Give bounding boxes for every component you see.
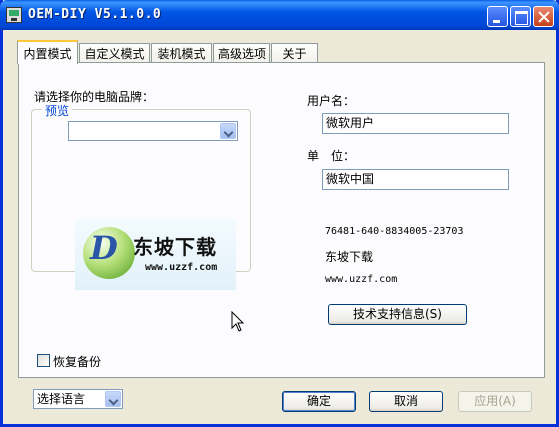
support-url-text: www.uzzf.com bbox=[325, 274, 398, 285]
close-button[interactable] bbox=[533, 6, 554, 27]
title-bar[interactable]: OEM-DIY V5.1.0.0 bbox=[0, 0, 559, 30]
preview-title: 预览 bbox=[42, 102, 73, 119]
organization-field[interactable]: 微软中国 bbox=[322, 169, 509, 190]
logo-letter: D bbox=[90, 229, 118, 267]
window-title: OEM-DIY V5.1.0.0 bbox=[28, 7, 162, 22]
language-select-value: 选择语言 bbox=[37, 392, 86, 406]
minimize-button[interactable] bbox=[487, 6, 508, 27]
apply-button[interactable]: 应用(A) bbox=[458, 391, 532, 412]
preview-logo-image: D 东坡下载 www.uzzf.com bbox=[75, 219, 236, 290]
username-label: 用户名： bbox=[307, 94, 356, 108]
chevron-down-icon[interactable] bbox=[105, 391, 121, 407]
tab-builtin-mode[interactable]: 内置模式 bbox=[17, 40, 78, 64]
cancel-button[interactable]: 取消 bbox=[369, 391, 443, 412]
tab-advanced[interactable]: 高级选项 bbox=[213, 43, 270, 63]
organization-label: 单 位： bbox=[307, 149, 356, 163]
restore-backup-checkbox[interactable] bbox=[37, 354, 50, 367]
app-computer-icon bbox=[6, 7, 22, 23]
logo-url-text: www.uzzf.com bbox=[145, 262, 218, 273]
language-select[interactable]: 选择语言 bbox=[33, 389, 123, 409]
ok-button[interactable]: 确定 bbox=[282, 391, 356, 412]
product-id-text: 76481-640-8834005-23703 bbox=[325, 226, 464, 237]
tech-support-button[interactable]: 技术支持信息(S) bbox=[328, 304, 467, 325]
tab-install-mode[interactable]: 装机模式 bbox=[151, 43, 212, 63]
maximize-button[interactable] bbox=[510, 6, 531, 27]
tab-custom-mode[interactable]: 自定义模式 bbox=[79, 43, 150, 63]
logo-brand-text: 东坡下载 bbox=[133, 235, 217, 259]
mouse-cursor-icon bbox=[231, 311, 245, 332]
support-name-text: 东坡下载 bbox=[325, 250, 374, 264]
tab-about[interactable]: 关于 bbox=[271, 43, 318, 63]
username-field[interactable]: 微软用户 bbox=[322, 113, 509, 134]
restore-backup-label: 恢复备份 bbox=[53, 355, 102, 369]
main-window: OEM-DIY V5.1.0.0 内置模式 自定义模式 装机模式 高级选项 关于… bbox=[0, 0, 559, 427]
